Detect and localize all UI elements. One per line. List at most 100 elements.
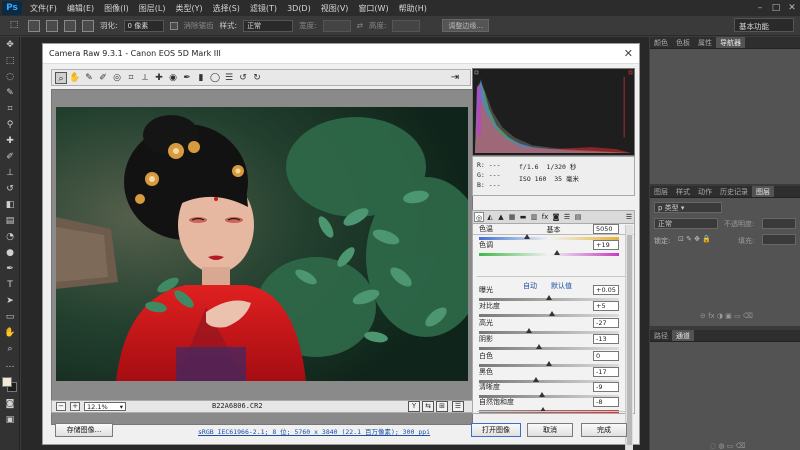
photo-preview[interactable] (56, 107, 468, 381)
close-window-icon[interactable]: ✕ (784, 1, 800, 15)
move-tool-icon[interactable]: ✥ (2, 38, 18, 53)
dodge-tool-icon[interactable]: ● (2, 246, 18, 261)
exposure-knob[interactable] (546, 295, 552, 300)
zoom-tool-icon[interactable]: ⌕ (2, 342, 18, 357)
whites-knob[interactable] (546, 361, 552, 366)
cancel-button[interactable]: 取消 (527, 423, 573, 437)
save-image-button[interactable]: 存储图像... (55, 423, 113, 437)
antialias-checkbox[interactable] (169, 21, 178, 30)
menu-select[interactable]: 选择(S) (208, 3, 245, 14)
tint-track[interactable] (479, 250, 619, 256)
menu-window[interactable]: 窗口(W) (353, 3, 393, 14)
panel-menu-icon[interactable]: ☰ (624, 212, 634, 222)
highlights-knob[interactable] (526, 328, 533, 333)
split-toning-tab-icon[interactable]: ▬ (518, 212, 528, 222)
menu-image[interactable]: 图像(I) (99, 3, 134, 14)
crop-icon[interactable]: ⌗ (125, 72, 137, 84)
tint-knob[interactable] (554, 250, 561, 255)
highlights-input[interactable]: -27 (593, 318, 619, 328)
red-eye-icon[interactable]: ◉ (167, 72, 179, 84)
zoom-in-button[interactable]: + (70, 402, 80, 411)
temperature-input[interactable]: 5050 (593, 224, 619, 234)
white-balance-icon[interactable]: ✎ (83, 72, 95, 84)
open-preferences-icon[interactable]: ⇥ (448, 71, 462, 84)
targeted-adjustment-icon[interactable]: ◎ (111, 72, 123, 84)
blend-mode-select[interactable]: 正常 (654, 218, 718, 229)
default-link[interactable]: 默认值 (551, 281, 572, 291)
camera-calibration-tab-icon[interactable]: ◙ (551, 212, 561, 222)
basic-tab-icon[interactable]: ◎ (474, 212, 484, 222)
menu-help[interactable]: 帮助(H) (394, 3, 432, 14)
brush-tool-icon[interactable]: ✐ (2, 150, 18, 165)
stamp-tool-icon[interactable]: ⊥ (2, 166, 18, 181)
lock-icons[interactable]: ⊡ ✎ ✥ 🔒 (678, 235, 711, 243)
blur-tool-icon[interactable]: ◔ (2, 230, 18, 245)
add-selection-icon[interactable] (46, 19, 58, 32)
lens-tab-icon[interactable]: ▥ (529, 212, 539, 222)
preview-menu-icon[interactable]: ☰ (452, 401, 464, 412)
color-swatches[interactable] (2, 377, 18, 393)
tab-paths[interactable]: 路径 (650, 330, 672, 341)
tab-navigator[interactable]: 导航器 (716, 37, 745, 48)
tab-swatches[interactable]: 色板 (672, 37, 694, 48)
zoom-level-select[interactable]: 12.1% ▾ (84, 402, 126, 411)
crop-tool-icon[interactable]: ⌗ (2, 102, 18, 117)
style-select[interactable]: 正常 (243, 19, 294, 32)
menu-filter[interactable]: 滤镜(T) (245, 3, 282, 14)
tab-channels[interactable]: 通道 (672, 330, 694, 341)
quick-mask-icon[interactable]: ◙ (2, 397, 18, 412)
tab-actions[interactable]: 动作 (694, 186, 716, 197)
swap-icon[interactable]: ⇄ (357, 21, 363, 30)
tint-input[interactable]: +19 (593, 240, 619, 250)
intersect-selection-icon[interactable] (82, 19, 94, 32)
tab-layers[interactable]: 图层 (752, 186, 774, 197)
tab-adjustments[interactable]: 图层 (650, 186, 672, 197)
maximize-icon[interactable]: □ (768, 1, 784, 15)
straighten-icon[interactable]: ⟂ (139, 72, 151, 84)
auto-link[interactable]: 自动 (523, 281, 537, 291)
shadows-track[interactable] (479, 344, 619, 350)
clarity-input[interactable]: -9 (593, 382, 619, 392)
menu-layer[interactable]: 图层(L) (134, 3, 171, 14)
height-input[interactable] (392, 19, 421, 32)
open-image-button[interactable]: 打开图像 (471, 423, 521, 437)
menu-view[interactable]: 视图(V) (316, 3, 354, 14)
tone-curve-tab-icon[interactable]: ◭ (485, 212, 495, 222)
menu-3d[interactable]: 3D(D) (282, 4, 316, 13)
contrast-input[interactable]: +5 (593, 301, 619, 311)
done-button[interactable]: 完成 (581, 423, 627, 437)
temperature-knob[interactable] (523, 234, 530, 239)
presets-tab-icon[interactable]: ☰ (562, 212, 572, 222)
panel-scrollbar[interactable] (625, 225, 633, 450)
color-sampler-icon[interactable]: ✐ (97, 72, 109, 84)
opacity-input[interactable] (762, 218, 796, 229)
detail-tab-icon[interactable]: ▲ (496, 212, 506, 222)
pen-tool-icon[interactable]: ✒ (2, 262, 18, 277)
zoom-icon[interactable]: ⌕ (55, 71, 67, 84)
extra-tools-icon[interactable]: … (2, 358, 18, 373)
minimize-icon[interactable]: – (752, 1, 768, 15)
shadows-knob[interactable] (536, 344, 543, 349)
healing-tool-icon[interactable]: ✚ (2, 134, 18, 149)
channel-actions-icons[interactable]: ◌ ◍ ▭ ⌫ (710, 442, 745, 450)
dialog-close-icon[interactable]: ✕ (624, 47, 633, 60)
snapshots-tab-icon[interactable]: ▤ (573, 212, 583, 222)
exposure-input[interactable]: +0.05 (593, 285, 619, 295)
tab-properties[interactable]: 属性 (694, 37, 716, 48)
graduated-filter-icon[interactable]: ▮ (195, 72, 207, 84)
feather-input[interactable]: 0 像素 (123, 19, 164, 32)
marquee-preset-icon[interactable]: ⬚ (6, 18, 22, 33)
history-brush-icon[interactable]: ↺ (2, 182, 18, 197)
refine-edge-button[interactable]: 调整边缘... (442, 19, 490, 32)
rotate-left-icon[interactable]: ↺ (237, 72, 249, 84)
zoom-out-button[interactable]: − (56, 402, 66, 411)
quick-select-tool-icon[interactable]: ✎ (2, 86, 18, 101)
whites-input[interactable]: 0 (593, 351, 619, 361)
hand-tool-icon[interactable]: ✋ (2, 326, 18, 341)
new-selection-icon[interactable] (28, 19, 40, 32)
lasso-tool-icon[interactable]: ◌ (2, 70, 18, 85)
blacks-input[interactable]: -17 (593, 367, 619, 377)
path-select-tool-icon[interactable]: ➤ (2, 294, 18, 309)
workspace-select[interactable]: 基本功能 (734, 18, 794, 32)
preferences-icon[interactable]: ☰ (223, 72, 235, 84)
